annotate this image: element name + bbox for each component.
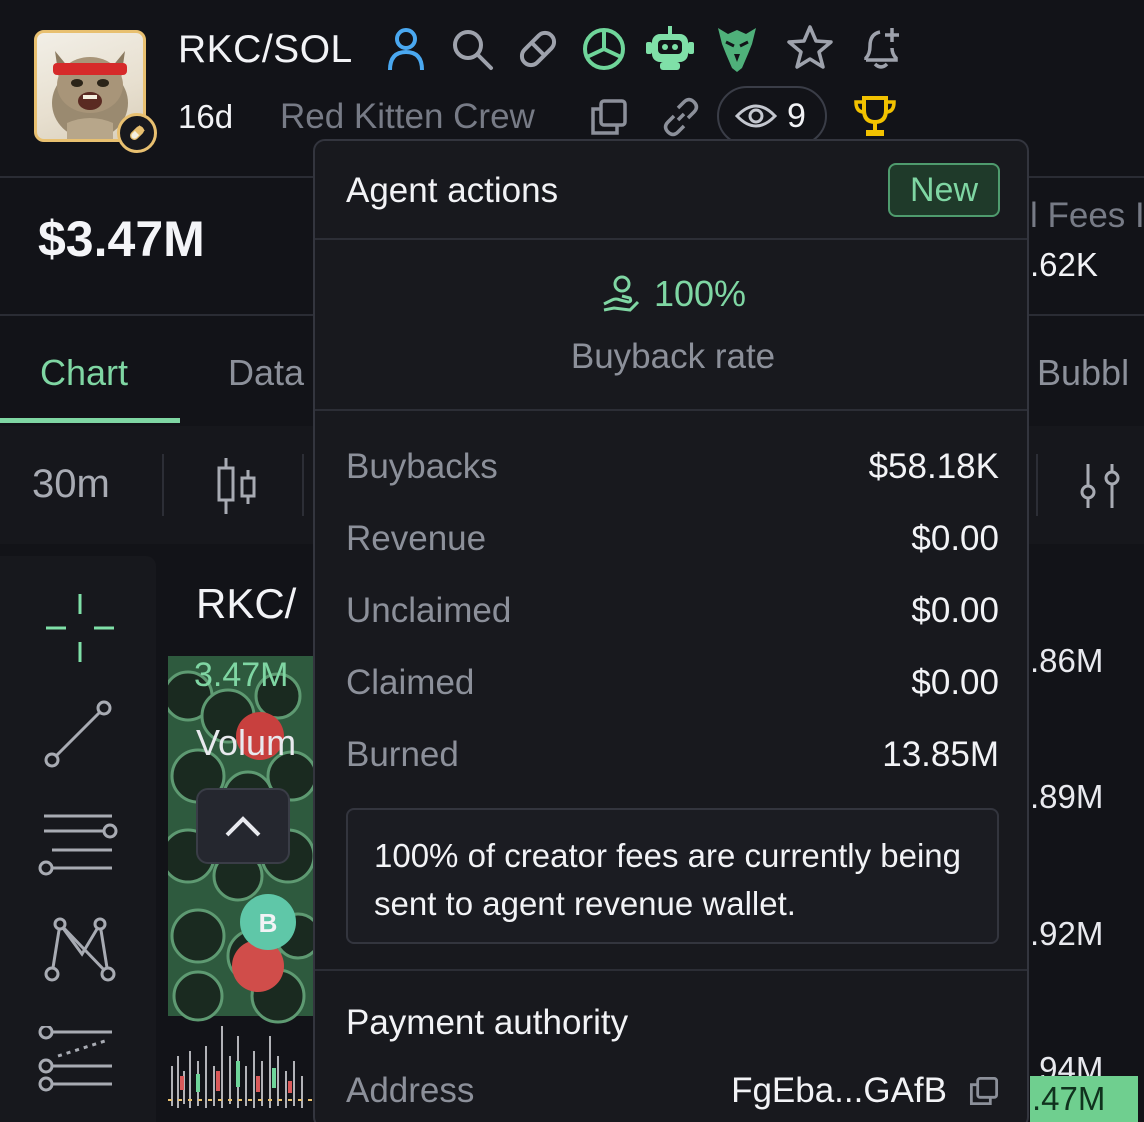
address-value-group: FgEba...GAfB [731,1071,999,1111]
indicator-settings-icon[interactable] [1078,462,1124,510]
fib-retracement-icon[interactable] [38,1026,120,1092]
fees-value: .62K [1030,246,1098,283]
stat-row-unclaimed: Unclaimed $0.00 [346,587,999,635]
trophy-icon[interactable] [852,94,898,140]
token-name: Red Kitten Crew [280,97,535,136]
bell-plus-icon[interactable] [858,24,904,72]
address-label: Address [346,1071,475,1110]
copy-icon[interactable] [590,98,628,136]
buyback-rate-row: 100% [315,273,1027,315]
stat-value: 13.85M [882,735,999,774]
stat-label: Unclaimed [346,591,512,630]
crosshair-icon[interactable] [44,592,116,664]
star-icon[interactable] [786,24,834,70]
token-pair: RKC/SOL [178,28,353,71]
chevron-up-icon [225,816,261,837]
stat-label: Burned [346,735,459,774]
tab-chart[interactable]: Chart [40,352,128,394]
eye-icon [735,104,777,128]
candlestick-icon[interactable] [214,456,258,516]
price-axis-label: .92M [1030,915,1104,952]
address-row: Address FgEba...GAfB [346,1071,999,1111]
chart-volume-label: Volum [196,722,297,763]
horizontal-lines-icon[interactable] [38,810,120,876]
timeframe-selector[interactable]: 30m [32,462,110,507]
trendline-icon[interactable] [42,700,114,770]
stat-label: Revenue [346,519,487,558]
pattern-icon[interactable] [42,914,116,984]
new-badge: New [888,163,1000,217]
tab-data[interactable]: Data [228,352,304,394]
stat-value: $0.00 [911,663,999,702]
eagle-icon[interactable] [714,24,760,74]
svg-text:B: B [259,908,278,938]
stat-row-burned: Burned 13.85M [346,731,999,779]
tab-active-indicator [0,418,180,423]
toolbar-separator [162,454,164,516]
collapse-button[interactable] [196,788,290,864]
stat-row-buybacks: Buybacks $58.18K [346,443,999,491]
popover-divider [315,409,1027,411]
chart-title: RKC/ [196,580,297,627]
toolbar-separator [1036,454,1038,516]
agent-actions-popover: Agent actions New 100% Buyback rate Buyb… [313,139,1029,1122]
chart-price: 3.47M [194,656,289,694]
robot-icon[interactable] [646,24,694,74]
stat-value: $0.00 [911,591,999,630]
stat-label: Buybacks [346,447,498,486]
token-age: 16d [178,98,234,135]
search-icon[interactable] [450,27,494,71]
stat-value: $0.00 [911,519,999,558]
current-price-tag: .47M [1030,1076,1138,1122]
popover-divider [315,969,1027,971]
market-cap: $3.47M [38,211,205,267]
popover-divider [315,238,1027,240]
stat-row-revenue: Revenue $0.00 [346,515,999,563]
tab-bubbles[interactable]: Bubbl [1037,352,1129,394]
price-axis-label: .89M [1030,778,1104,815]
stat-row-claimed: Claimed $0.00 [346,659,999,707]
link-icon[interactable] [660,96,702,138]
popover-title: Agent actions [346,171,559,210]
user-icon[interactable] [386,26,426,72]
copy-icon[interactable] [969,1076,999,1106]
buyback-rate-label: Buyback rate [570,337,776,376]
pill-icon[interactable] [515,26,561,72]
hand-coin-icon [603,275,640,312]
address-value: FgEba...GAfB [731,1071,947,1110]
toolbar-separator [302,454,304,516]
payment-authority-title: Payment authority [346,1003,629,1042]
watchers-count: 9 [787,96,806,135]
buyback-rate-value: 100% [653,273,747,314]
stat-label: Claimed [346,663,475,702]
price-axis-label: .86M [1030,642,1104,679]
pill-badge-icon [117,113,157,153]
watchers-pill[interactable]: 9 [717,86,827,146]
fees-label: l Fees I [1030,196,1144,235]
pie-chart-icon[interactable] [581,26,627,72]
stat-value: $58.18K [868,447,999,486]
creator-fees-note: 100% of creator fees are currently being… [346,808,999,944]
